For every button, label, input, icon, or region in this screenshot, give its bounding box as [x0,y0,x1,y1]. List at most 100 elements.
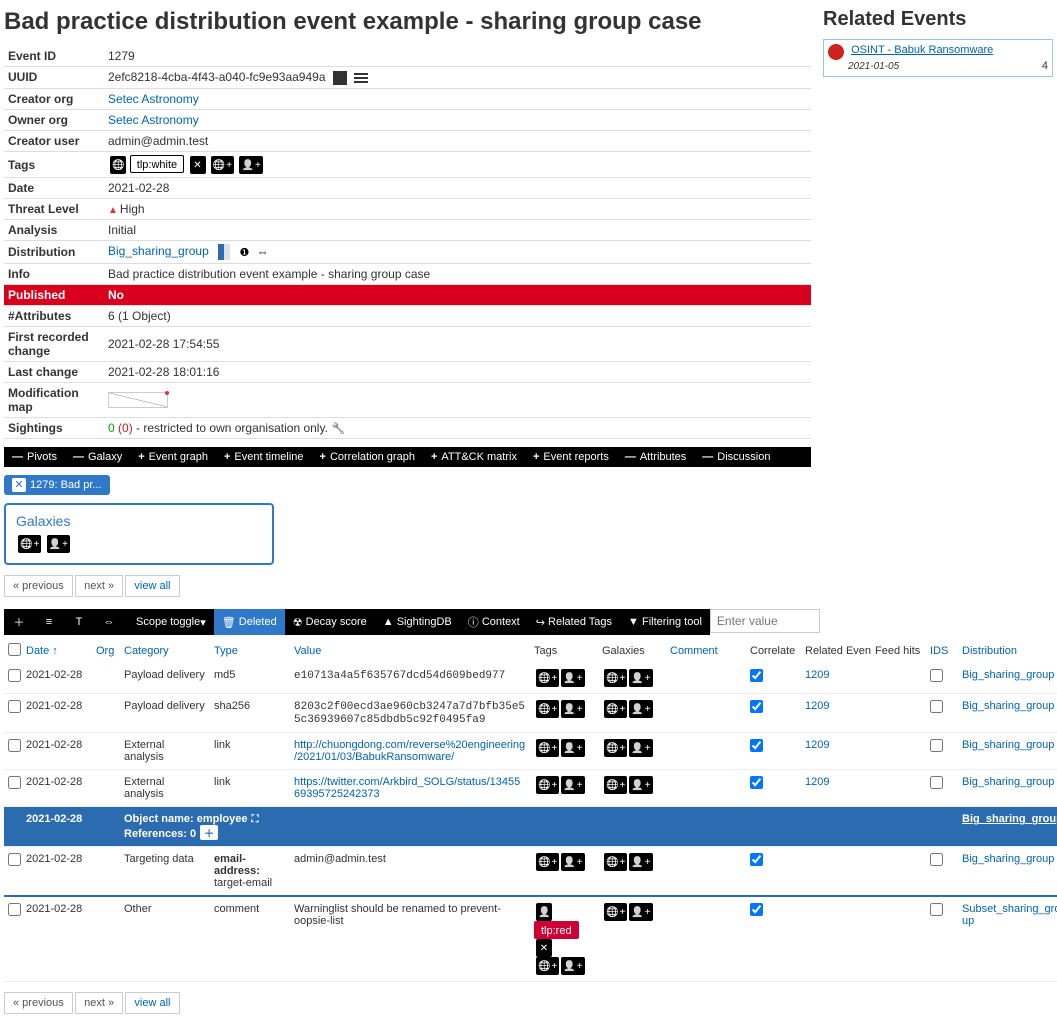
context-button[interactable]: ⓘ Context [460,609,528,635]
related-event-name[interactable]: OSINT - Babuk Ransomware [851,44,993,56]
add-global-tag-button[interactable] [536,957,559,975]
copy-icon[interactable] [333,71,347,85]
add-local-tag-button[interactable] [561,853,584,871]
correlate-checkbox[interactable] [750,700,763,713]
next-button[interactable]: next » [75,575,123,597]
prev-button[interactable]: « previous [4,575,73,597]
add-global-tag-button[interactable] [536,739,559,757]
expand-button[interactable]: ⇔ [94,609,124,635]
attr-value-link[interactable]: http://chuongdong.com/reverse%20engineer… [294,739,525,763]
tab-correlation-graph[interactable]: Correlation graph [312,447,423,467]
correlate-checkbox[interactable] [750,739,763,752]
add-global-tag-button[interactable] [604,669,627,687]
add-global-tag-button[interactable] [211,156,234,174]
add-global-tag-button[interactable] [604,700,627,718]
tab-event-timeline[interactable]: Event timeline [216,447,312,467]
tab-event-reports[interactable]: Event reports [525,447,617,467]
list-button[interactable]: ≡ [34,609,64,635]
tab-pivots[interactable]: Pivots [4,447,65,467]
row-checkbox[interactable] [8,853,21,866]
last-change-val: 2021-02-28 18:01:16 [104,362,811,383]
add-local-tag-button[interactable] [561,669,584,687]
view-all-button-bottom[interactable]: view all [125,992,179,1014]
tab-discussion[interactable]: Discussion [694,447,778,467]
freetext-button[interactable]: T [64,609,94,635]
add-local-tag-button[interactable] [629,739,652,757]
add-local-tag-button[interactable] [629,853,652,871]
creator-org-link[interactable]: Setec Astronomy [108,92,199,106]
add-global-tag-button[interactable] [604,739,627,757]
add-global-tag-button[interactable] [604,853,627,871]
related-tags-button[interactable]: ↪ Related Tags [528,609,620,635]
share-icon[interactable] [253,245,269,259]
threat-key: Threat Level [4,199,104,220]
add-global-tag-button[interactable] [536,776,559,794]
add-global-tag-button[interactable] [536,669,559,687]
add-local-tag-button[interactable] [239,156,262,174]
add-button[interactable]: ＋ [4,609,34,635]
add-global-tag-button[interactable] [536,700,559,718]
last-change-key: Last change [4,362,104,383]
add-global-tag-button[interactable] [604,903,627,921]
col-comment[interactable]: Comment [666,639,746,663]
col-type[interactable]: Type [210,639,290,663]
add-local-tag-button[interactable] [561,957,584,975]
close-icon[interactable]: ✕ [12,478,26,492]
col-value[interactable]: Value [290,639,530,663]
row-checkbox[interactable] [8,739,21,752]
row-checkbox[interactable] [8,669,21,682]
add-global-galaxy-button[interactable] [18,535,41,553]
row-checkbox[interactable] [8,776,21,789]
deleted-button[interactable]: 🗑 Deleted [214,609,285,635]
published-val: No [104,285,811,306]
add-local-tag-button[interactable] [561,700,584,718]
scope-toggle-button[interactable]: Scope toggle ▾ [128,609,214,635]
add-local-tag-button[interactable] [561,739,584,757]
dist-link[interactable]: Big_sharing_group [108,245,209,259]
add-local-tag-button[interactable] [561,776,584,794]
decay-score-button[interactable]: ☢ Decay score [285,609,375,635]
add-local-tag-button[interactable] [629,669,652,687]
col-category[interactable]: Category [120,639,210,663]
pivot-pill[interactable]: ✕1279: Bad pr... [4,475,110,495]
correlate-checkbox[interactable] [750,776,763,789]
remove-tag-button[interactable] [536,939,552,957]
tab-attributes[interactable]: Attributes [617,447,694,467]
correlate-checkbox[interactable] [750,853,763,866]
filtering-tool-button[interactable]: ▼ Filtering tool [620,609,710,635]
expand-icon[interactable] [248,813,259,825]
view-all-button[interactable]: view all [125,575,179,597]
tab-galaxy[interactable]: Galaxy [65,447,130,467]
tag-tlp-white[interactable]: tlp:white [130,155,184,173]
select-all-checkbox[interactable] [8,643,21,656]
next-button-bottom[interactable]: next » [75,992,123,1014]
row-checkbox[interactable] [8,903,21,916]
filter-input[interactable] [710,609,820,633]
add-local-galaxy-button[interactable] [47,535,70,553]
tab-attack-matrix[interactable]: ATT&CK matrix [423,447,525,467]
attr-value-link[interactable]: https://twitter.com/Arkbird_SOLG/status/… [294,776,520,800]
owner-org-link[interactable]: Setec Astronomy [108,113,199,127]
add-global-tag-button[interactable] [604,776,627,794]
col-org[interactable]: Org [92,639,120,663]
tag-tlp-red[interactable]: tlp:red [534,921,579,939]
analysis-key: Analysis [4,220,104,241]
add-global-tag-button[interactable] [536,853,559,871]
sightingdb-button[interactable]: ▲ SightingDB [375,609,460,635]
globe-icon[interactable] [110,156,126,174]
info-icon[interactable] [233,245,249,259]
bars-icon[interactable] [354,71,368,85]
remove-tag-button[interactable] [190,156,206,174]
wrench-icon[interactable] [328,421,346,435]
tab-event-graph[interactable]: Event graph [130,447,216,467]
add-local-tag-button[interactable] [629,903,652,921]
row-checkbox[interactable] [8,700,21,713]
prev-button-bottom[interactable]: « previous [4,992,73,1014]
add-local-tag-button[interactable] [629,776,652,794]
related-event-card[interactable]: OSINT - Babuk Ransomware 2021-01-05 4 [823,39,1053,77]
col-date[interactable]: Date ↑ [22,639,92,663]
info-val: Bad practice distribution event example … [104,264,811,285]
correlate-checkbox[interactable] [750,669,763,682]
add-local-tag-button[interactable] [629,700,652,718]
correlate-checkbox[interactable] [750,903,763,916]
